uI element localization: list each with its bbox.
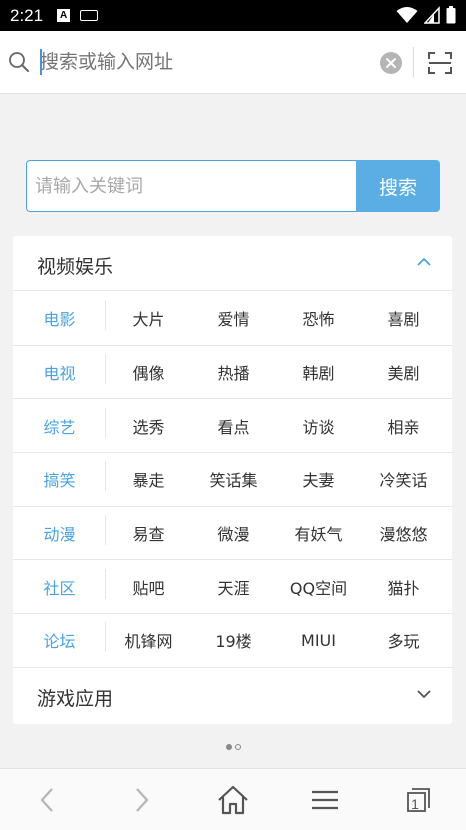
text-caret — [40, 49, 42, 75]
category-row: 动漫 易查 微漫 有妖气 漫悠悠 — [13, 507, 452, 561]
section-title: 游戏应用 — [37, 688, 114, 710]
section-header-games[interactable]: 游戏应用 — [13, 668, 452, 724]
category-card: 视频娱乐 电影 大片 爱情 恐怖 喜剧 电视 偶像 热播 韩剧 美剧 综艺 选秀… — [13, 236, 452, 724]
link-item[interactable]: 易查 — [106, 521, 191, 545]
link-item[interactable]: 笑话集 — [191, 467, 276, 491]
link-item[interactable]: 冷笑话 — [361, 467, 446, 491]
link-item[interactable]: 访谈 — [276, 414, 361, 438]
category-label[interactable]: 动漫 — [13, 515, 106, 546]
search-button[interactable]: 搜索 — [356, 160, 440, 212]
link-item[interactable]: QQ空间 — [276, 575, 361, 599]
scan-icon[interactable] — [427, 50, 453, 76]
link-item[interactable]: 漫悠悠 — [361, 521, 446, 545]
link-item[interactable]: 相亲 — [361, 414, 446, 438]
battery-icon — [446, 6, 456, 24]
link-item[interactable]: MIUI — [276, 631, 361, 650]
keyword-search: 搜索 — [26, 160, 440, 212]
category-row: 综艺 选秀 看点 访谈 相亲 — [13, 399, 452, 454]
link-item[interactable]: 看点 — [191, 414, 276, 438]
url-bar-divider — [413, 47, 414, 78]
link-item[interactable]: 贴吧 — [106, 575, 191, 599]
link-item[interactable]: 喜剧 — [361, 306, 446, 330]
link-item[interactable]: 偶像 — [106, 360, 191, 384]
notification-a-icon: A — [57, 9, 71, 22]
url-bar — [0, 31, 466, 94]
category-label[interactable]: 论坛 — [13, 622, 106, 653]
category-label[interactable]: 电视 — [13, 354, 106, 385]
wifi-icon — [396, 7, 418, 23]
category-row: 社区 贴吧 天涯 QQ空间 猫扑 — [13, 560, 452, 615]
chevron-left-icon — [40, 788, 53, 812]
link-item[interactable]: 有妖气 — [276, 521, 361, 545]
signal-icon — [424, 6, 440, 24]
tab-count: 1 — [411, 796, 419, 812]
link-item[interactable]: 猫扑 — [361, 575, 446, 599]
section-header-video[interactable]: 视频娱乐 — [13, 236, 452, 291]
link-item[interactable]: 爱情 — [191, 306, 276, 330]
category-label[interactable]: 综艺 — [13, 407, 106, 438]
url-input[interactable] — [40, 47, 370, 77]
bottom-nav: 1 — [0, 768, 466, 830]
clear-button[interactable] — [380, 52, 402, 74]
link-item[interactable]: 恐怖 — [276, 306, 361, 330]
category-row: 电影 大片 爱情 恐怖 喜剧 — [13, 292, 452, 346]
close-icon — [386, 58, 396, 68]
category-label[interactable]: 社区 — [13, 568, 106, 599]
chevron-down-icon[interactable] — [416, 688, 432, 700]
status-bar: 2:21 A — [0, 0, 466, 31]
menu-icon — [312, 790, 338, 810]
link-item[interactable]: 选秀 — [106, 414, 191, 438]
keyboard-icon — [80, 10, 99, 21]
category-row: 论坛 机锋网 19楼 MIUI 多玩 — [13, 614, 452, 668]
category-row: 搞笑 暴走 笑话集 夫妻 冷笑话 — [13, 453, 452, 507]
forward-button[interactable] — [124, 784, 160, 816]
status-time: 2:21 — [10, 5, 44, 25]
link-item[interactable]: 多玩 — [361, 628, 446, 652]
search-icon — [9, 52, 29, 72]
page-dot — [235, 744, 241, 750]
category-grid: 电影 大片 爱情 恐怖 喜剧 电视 偶像 热播 韩剧 美剧 综艺 选秀 看点 访… — [13, 292, 452, 668]
link-item[interactable]: 热播 — [191, 360, 276, 384]
link-item[interactable]: 19楼 — [191, 628, 276, 652]
chevron-right-icon — [136, 788, 149, 812]
link-item[interactable]: 机锋网 — [106, 628, 191, 652]
link-item[interactable]: 暴走 — [106, 467, 191, 491]
link-item[interactable]: 夫妻 — [276, 467, 361, 491]
category-label[interactable]: 电影 — [13, 300, 106, 331]
page-indicator — [226, 744, 241, 750]
link-item[interactable]: 天涯 — [191, 575, 276, 599]
category-row: 电视 偶像 热播 韩剧 美剧 — [13, 346, 452, 400]
page-dot-active — [226, 744, 232, 750]
home-button[interactable] — [215, 784, 251, 816]
link-item[interactable]: 大片 — [106, 306, 191, 330]
section-title: 视频娱乐 — [37, 256, 114, 278]
tabs-button[interactable]: 1 — [400, 784, 436, 816]
menu-button[interactable] — [307, 784, 343, 816]
link-item[interactable]: 美剧 — [361, 360, 446, 384]
category-label[interactable]: 搞笑 — [13, 461, 106, 492]
keyword-input[interactable] — [26, 160, 357, 212]
link-item[interactable]: 韩剧 — [276, 360, 361, 384]
back-button[interactable] — [29, 784, 65, 816]
home-icon — [218, 785, 248, 815]
link-item[interactable]: 微漫 — [191, 521, 276, 545]
chevron-up-icon[interactable] — [416, 256, 432, 268]
